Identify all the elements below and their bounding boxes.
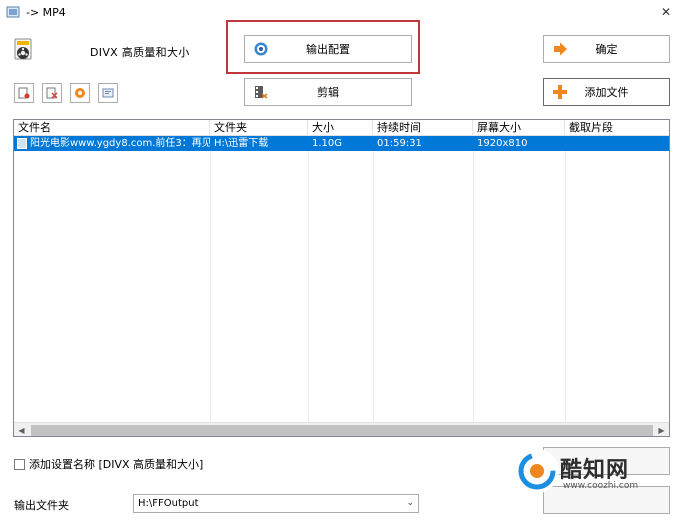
watermark: 酷知网 www.coozhi.com bbox=[515, 449, 673, 497]
edit-button[interactable]: 剪辑 bbox=[244, 78, 412, 106]
scroll-right-icon[interactable]: ▶ bbox=[654, 423, 669, 436]
play-icon bbox=[75, 88, 85, 98]
column-header-filename[interactable]: 文件名 bbox=[14, 120, 210, 136]
output-config-label: 输出配置 bbox=[306, 43, 350, 56]
row-duration: 01:59:31 bbox=[377, 138, 422, 149]
media-info-button[interactable] bbox=[98, 83, 118, 103]
output-folder-select[interactable]: H:\FFOutput ⌄ bbox=[133, 494, 419, 513]
column-header-resolution[interactable]: 屏幕大小 bbox=[473, 120, 565, 136]
close-icon: ✕ bbox=[660, 5, 672, 19]
settings-disc-icon bbox=[253, 41, 269, 57]
edit-label: 剪辑 bbox=[317, 86, 339, 99]
column-header-folder[interactable]: 文件夹 bbox=[210, 120, 308, 136]
row-resolution: 1920x810 bbox=[477, 138, 528, 149]
column-header-duration[interactable]: 持续时间 bbox=[373, 120, 473, 136]
plus-icon bbox=[552, 84, 568, 100]
remove-file-button[interactable] bbox=[14, 83, 34, 103]
column-gridlines bbox=[14, 136, 669, 422]
column-header-size[interactable]: 大小 bbox=[308, 120, 373, 136]
add-name-label: 添加设置名称 [DIVX 高质量和大小] bbox=[29, 458, 204, 471]
add-name-option: 添加设置名称 [DIVX 高质量和大小] bbox=[14, 456, 203, 472]
chevron-down-icon: ⌄ bbox=[406, 498, 414, 508]
scroll-left-icon[interactable]: ◀ bbox=[14, 423, 29, 436]
add-file-button[interactable]: 添加文件 bbox=[543, 78, 670, 106]
horizontal-scrollbar[interactable]: ◀ ▶ bbox=[14, 422, 669, 436]
watermark-url: www.coozhi.com bbox=[563, 481, 639, 491]
output-folder-value: H:\FFOutput bbox=[138, 498, 199, 509]
close-button[interactable]: ✕ bbox=[656, 3, 676, 21]
scrollbar-thumb[interactable] bbox=[31, 425, 653, 436]
profile-label: DIVX 高质量和大小 bbox=[90, 46, 190, 59]
row-folder: H:\迅雷下载 bbox=[214, 138, 269, 149]
list-toolbar bbox=[14, 83, 118, 103]
film-clip-icon bbox=[253, 84, 269, 100]
window-title: -> MP4 bbox=[26, 6, 66, 19]
row-clip bbox=[565, 136, 669, 151]
output-config-button[interactable]: 输出配置 bbox=[244, 35, 412, 63]
table-row[interactable]: 阳光电影www.ygdy8.com.前任3：再见... H:\迅雷下载 1.10… bbox=[14, 136, 669, 151]
play-button[interactable] bbox=[70, 83, 90, 103]
watermark-logo-icon bbox=[515, 449, 559, 493]
list-header: 文件名 文件夹 大小 持续时间 屏幕大小 截取片段 bbox=[14, 120, 669, 136]
row-filename: 阳光电影www.ygdy8.com.前任3：再见... bbox=[30, 138, 210, 149]
file-list[interactable]: 文件名 文件夹 大小 持续时间 屏幕大小 截取片段 阳光电影www.ygdy8.… bbox=[13, 119, 670, 437]
app-window: -> MP4 ✕ DIVX 高质量和大小 输出配置 剪辑 确定 添加文件 文件名… bbox=[0, 0, 682, 526]
output-folder-label: 输出文件夹 bbox=[14, 499, 69, 512]
media-info-icon bbox=[102, 88, 114, 98]
clear-list-icon bbox=[46, 87, 58, 99]
column-header-clip[interactable]: 截取片段 bbox=[565, 120, 669, 136]
row-size: 1.10G bbox=[312, 138, 343, 149]
arrow-right-icon bbox=[552, 41, 568, 57]
film-reel-icon bbox=[12, 38, 36, 62]
app-icon bbox=[6, 5, 20, 19]
ok-button[interactable]: 确定 bbox=[543, 35, 670, 63]
add-name-checkbox[interactable] bbox=[14, 458, 25, 470]
ok-label: 确定 bbox=[595, 43, 618, 56]
remove-file-icon bbox=[18, 87, 30, 99]
add-file-label: 添加文件 bbox=[584, 86, 629, 99]
clear-list-button[interactable] bbox=[42, 83, 62, 103]
watermark-brand: 酷知网 bbox=[560, 458, 630, 483]
